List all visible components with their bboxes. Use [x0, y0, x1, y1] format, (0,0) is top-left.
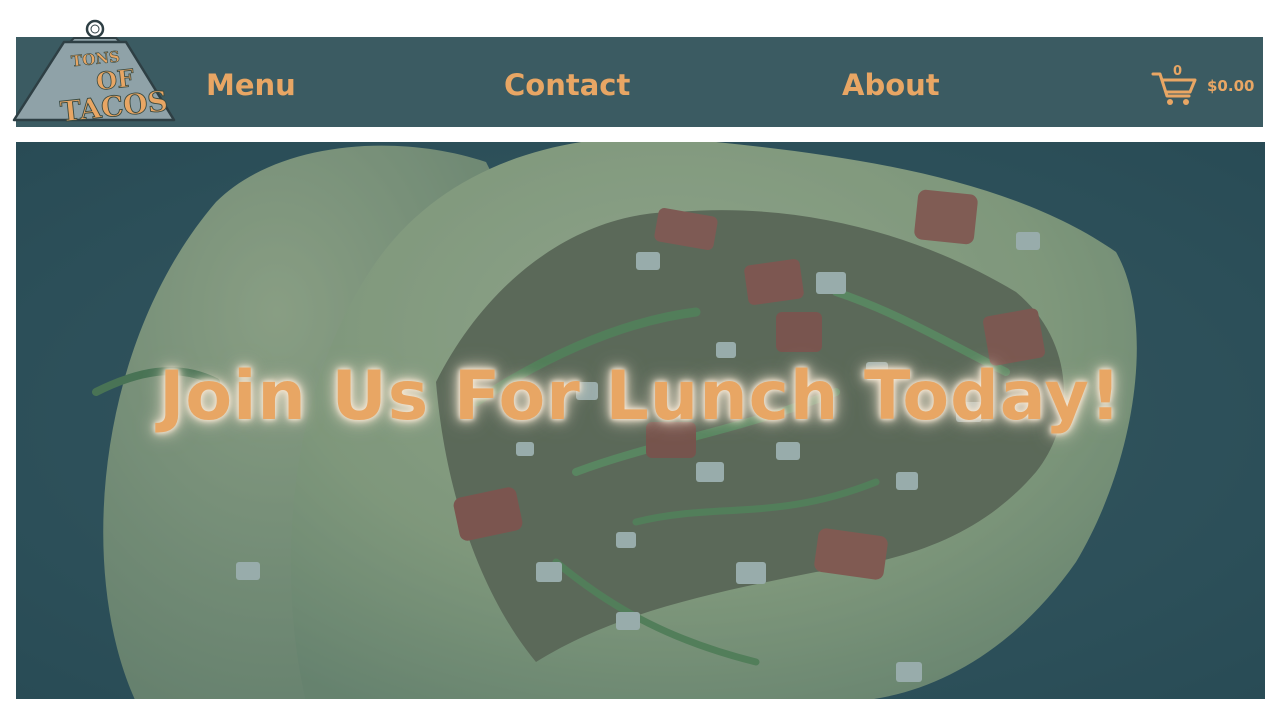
nav-about-link[interactable]: About	[842, 66, 940, 104]
cart-button[interactable]: 0 $0.00	[1151, 64, 1255, 106]
hero-heading: Join Us For Lunch Today!	[159, 357, 1122, 436]
brand-logo[interactable]: TONS OF TACOS	[12, 16, 178, 130]
page: TONS OF TACOS Menu Contact About 0 $0.00	[0, 0, 1280, 720]
top-navbar	[16, 37, 1263, 127]
cart-item-count: 0	[1173, 64, 1183, 79]
nav-contact-link[interactable]: Contact	[504, 66, 630, 104]
cart-total: $0.00	[1207, 77, 1255, 95]
weight-logo-icon: TONS OF TACOS	[12, 19, 176, 129]
hero-banner: Join Us For Lunch Today!	[16, 142, 1265, 699]
nav-menu-link[interactable]: Menu	[206, 66, 296, 104]
